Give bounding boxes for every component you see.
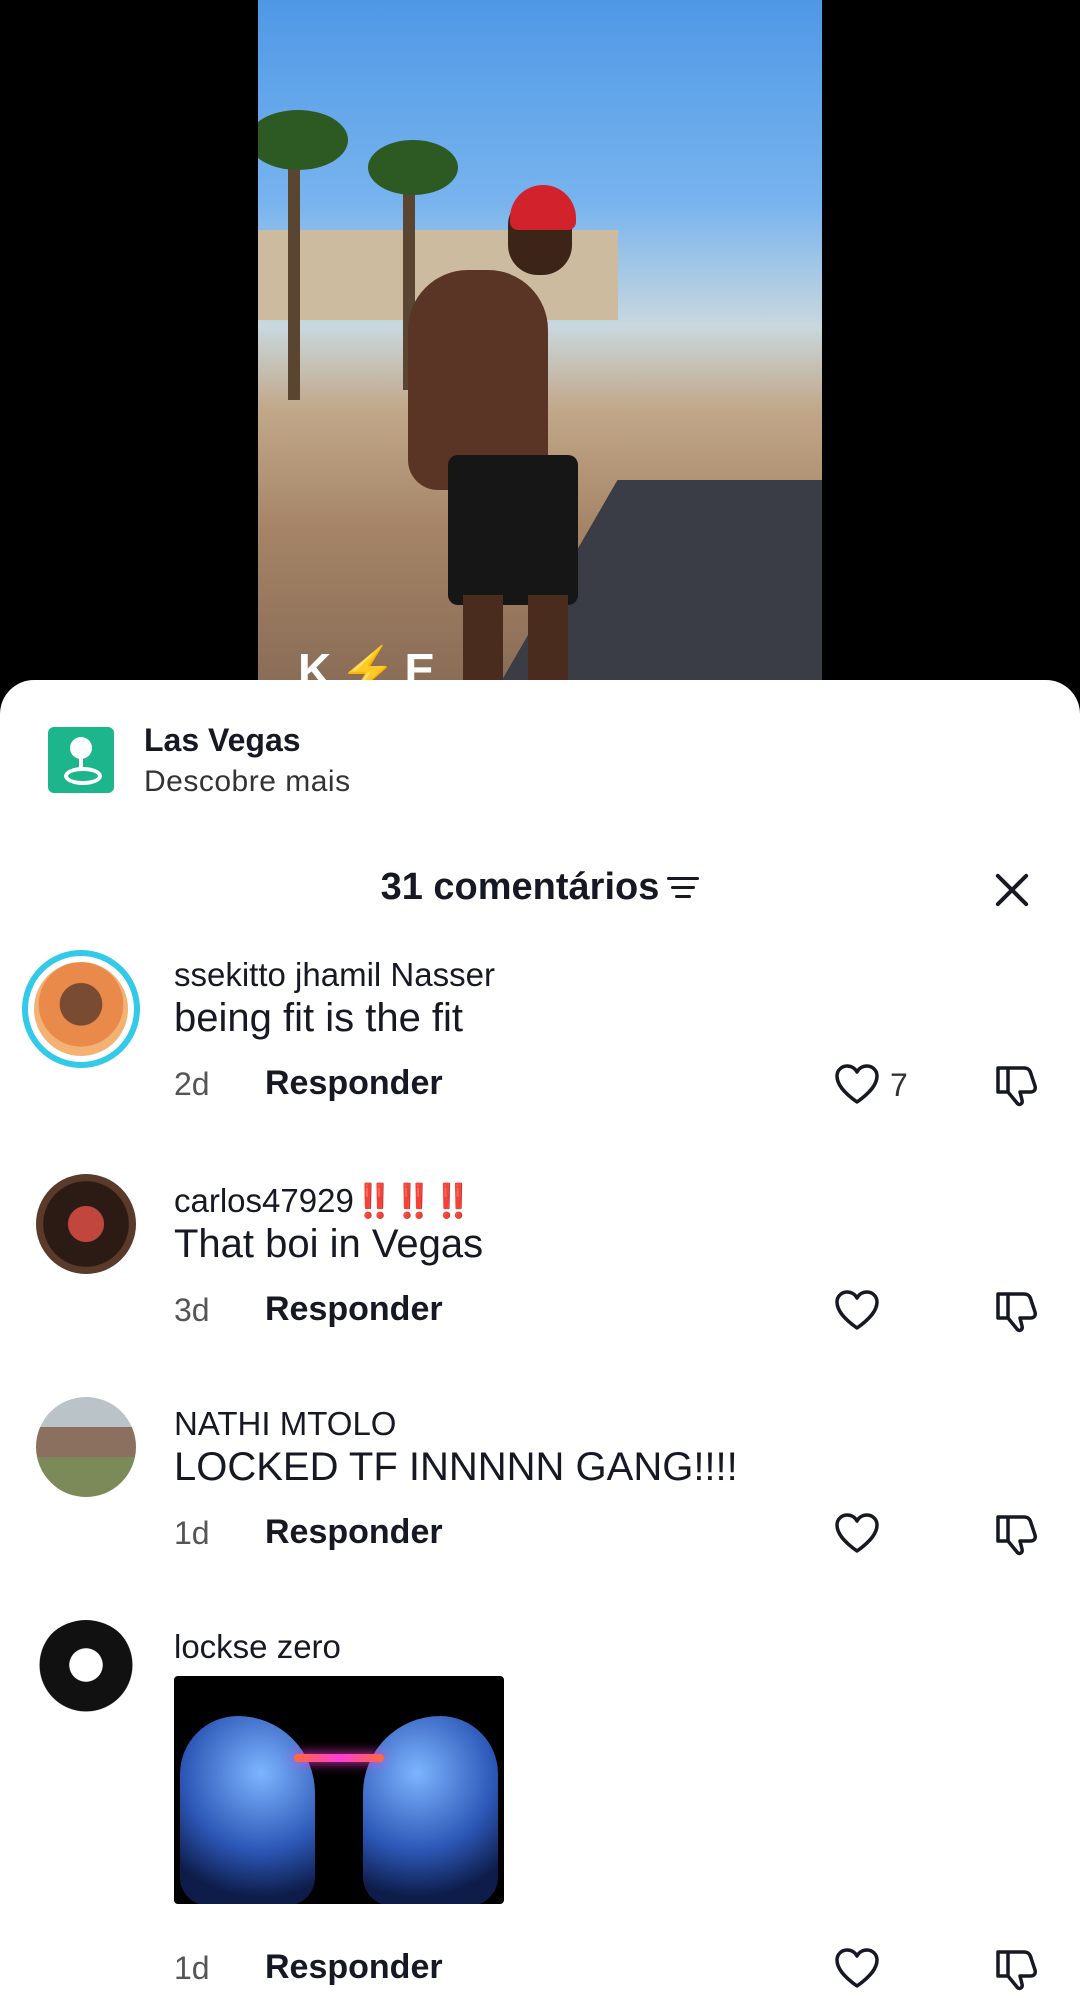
reply-button[interactable]: Responder: [265, 1948, 443, 1987]
comment-image[interactable]: [174, 1676, 504, 1904]
comment-text: That boi in Vegas: [174, 1222, 484, 1266]
comments-header: 31 comentários: [0, 860, 1080, 920]
dislike-icon[interactable]: [992, 1944, 1040, 1992]
reply-button[interactable]: Responder: [265, 1513, 443, 1552]
location-row[interactable]: Las Vegas Descobre mais: [48, 720, 351, 800]
comment-time: 1d: [174, 1515, 210, 1551]
heart-icon[interactable]: [833, 1946, 881, 1990]
video-watermark: K⚡E: [298, 644, 444, 680]
location-pin-icon: [48, 727, 114, 793]
avatar[interactable]: [36, 1174, 136, 1274]
comment-time: 2d: [174, 1066, 210, 1102]
heart-icon[interactable]: [833, 1288, 881, 1332]
filter-icon[interactable]: [667, 875, 700, 901]
palm-tree: [288, 140, 300, 400]
dislike-icon[interactable]: [992, 1509, 1040, 1557]
heart-icon[interactable]: [833, 1511, 881, 1555]
comment-text: being fit is the fit: [174, 996, 464, 1040]
red-beanie: [510, 185, 576, 230]
comment-time: 1d: [174, 1950, 210, 1986]
reply-button[interactable]: Responder: [265, 1290, 443, 1329]
comment-text: LOCKED TF INNNNN GANG!!!!: [174, 1445, 738, 1489]
comment-username[interactable]: NATHI MTOLO: [174, 1405, 396, 1443]
avatar[interactable]: [36, 1397, 136, 1497]
leg: [463, 595, 503, 680]
close-button[interactable]: [984, 862, 1040, 918]
like-count: 7: [890, 1067, 908, 1103]
comment-username[interactable]: carlos47929‼️‼️‼️: [174, 1182, 473, 1221]
location-title: Las Vegas: [144, 721, 301, 758]
dislike-icon[interactable]: [992, 1286, 1040, 1334]
location-subtitle: Descobre mais: [144, 764, 351, 798]
comments-count: 31 comentários: [380, 866, 660, 908]
heart-icon[interactable]: [833, 1062, 881, 1106]
dislike-icon[interactable]: [992, 1060, 1040, 1108]
double-exclamation-emoji: ‼️‼️‼️: [353, 1182, 473, 1219]
palm-leaves: [258, 110, 348, 170]
avatar[interactable]: [36, 1620, 136, 1720]
leg: [528, 595, 568, 680]
video-player[interactable]: K⚡E: [258, 0, 822, 680]
reply-button[interactable]: Responder: [265, 1064, 443, 1103]
comment-username[interactable]: lockse zero: [174, 1628, 341, 1666]
comment-time: 3d: [174, 1292, 210, 1328]
avatar[interactable]: [22, 950, 140, 1068]
shorts: [448, 455, 578, 605]
palm-leaves: [368, 140, 458, 195]
comments-sheet: Las Vegas Descobre mais 31 comentários s…: [0, 680, 1080, 2000]
comment-username[interactable]: ssekitto jhamil Nasser: [174, 956, 495, 994]
